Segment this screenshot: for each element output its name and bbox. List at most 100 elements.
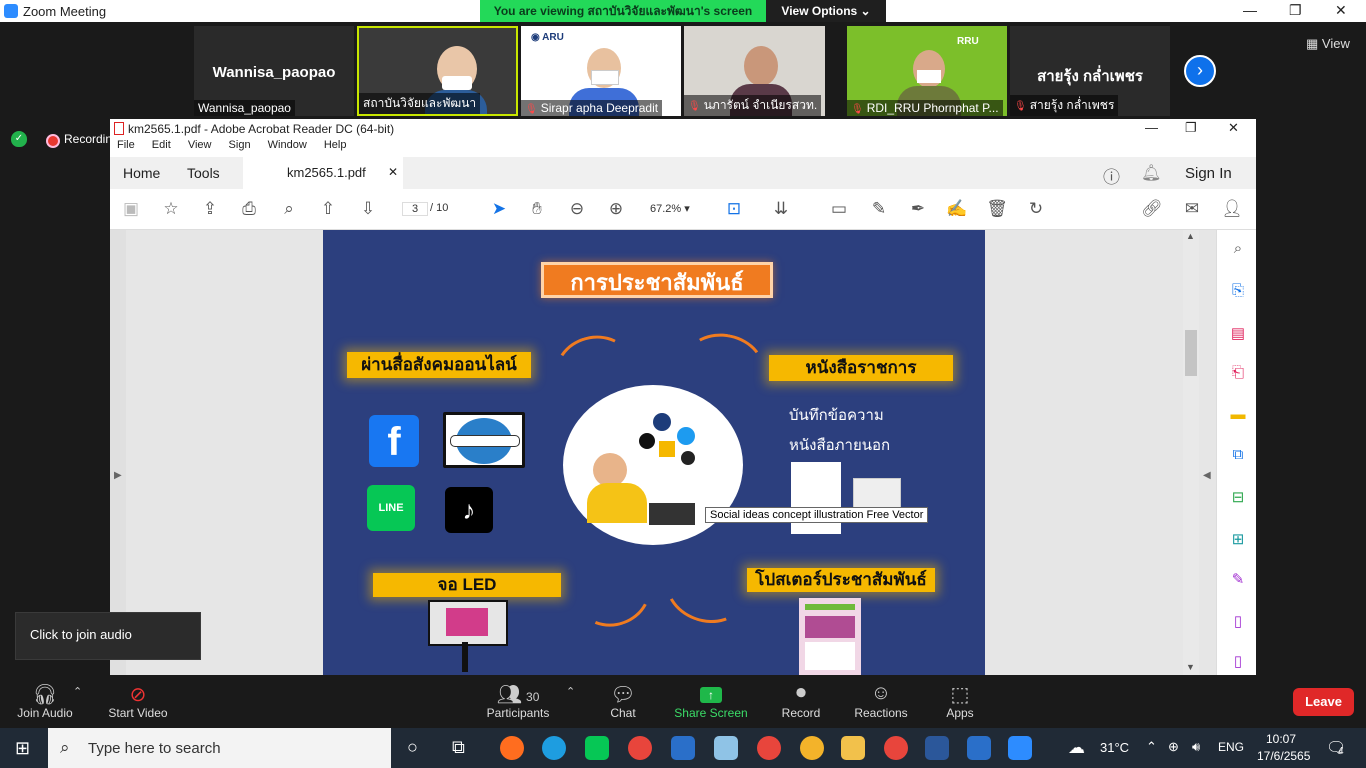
record-button[interactable]: ⏺︎ Record (778, 682, 824, 720)
firefox-icon[interactable] (500, 736, 524, 760)
export-pdf-icon[interactable]: ⎘ (1228, 282, 1248, 299)
windows-start-icon[interactable]: ⊞ (15, 738, 30, 759)
more-tools-icon[interactable]: ▯ (1228, 652, 1248, 670)
page-number-input[interactable]: 3 (402, 202, 428, 216)
reactions-button[interactable]: ☺ Reactions (852, 682, 910, 720)
taskbar-search-box[interactable]: ⌕ Type here to search (48, 728, 391, 768)
photos-icon[interactable] (967, 736, 991, 760)
participant-tile[interactable]: ◉ ARU 🎙 Sirapr apha Deepradit (521, 26, 681, 116)
search-pane-icon[interactable]: ⌕ (1228, 240, 1248, 257)
bell-icon[interactable]: 🔔︎ (1141, 163, 1161, 183)
cortana-icon[interactable]: ○ (407, 737, 418, 758)
view-options-button[interactable]: View Options ⌄ (766, 0, 886, 22)
tab-home[interactable]: Home (123, 165, 160, 181)
participants-button[interactable]: 👥︎ 30 Participants (484, 682, 552, 720)
help-icon[interactable]: ⓘ (1103, 163, 1120, 188)
start-video-button[interactable]: ⊘ Start Video (104, 682, 172, 720)
scan-icon[interactable]: ⊞ (1228, 530, 1248, 548)
print-icon[interactable]: ⎙ (238, 199, 260, 219)
join-audio-popup[interactable]: Click to join audio (15, 612, 201, 660)
select-cursor-icon[interactable]: ➤ (488, 199, 510, 219)
email-icon[interactable]: ✉ (1181, 199, 1203, 219)
scrollbar-thumb[interactable] (1185, 330, 1197, 376)
link-icon[interactable]: 🔗︎ (1141, 199, 1163, 219)
menu-window[interactable]: Window (268, 139, 307, 151)
scroll-up-icon[interactable]: ▲ (1186, 231, 1195, 241)
menu-help[interactable]: Help (324, 139, 347, 151)
minimize-icon[interactable]: — (1243, 2, 1257, 18)
volume-icon[interactable]: 🔊︎ (1192, 739, 1200, 755)
delete-icon[interactable]: 🗑︎ (986, 199, 1008, 219)
tab-tools[interactable]: Tools (187, 165, 220, 181)
leave-button[interactable]: Leave (1293, 688, 1354, 716)
fill-sign-icon[interactable]: ✍ (946, 199, 968, 219)
chrome-profile-icon[interactable] (757, 736, 781, 760)
highlight-icon[interactable]: ✎ (868, 199, 890, 219)
security-shield-icon[interactable]: ✓ (11, 131, 27, 147)
participants-chevron-icon[interactable]: ⌃ (566, 685, 575, 698)
chrome-icon[interactable] (628, 736, 652, 760)
maximize-icon[interactable]: ❐ (1185, 120, 1197, 136)
chat-button[interactable]: 💬︎ Chat (600, 682, 646, 720)
temperature[interactable]: 31°C (1100, 740, 1129, 755)
hand-tool-icon[interactable]: ✋︎ (526, 199, 548, 219)
edge-icon[interactable] (542, 736, 566, 760)
expand-left-icon[interactable]: ▶ (114, 470, 122, 481)
share-screen-button[interactable]: ↑ Share Screen (674, 682, 748, 720)
view-button[interactable]: ▦ View (1306, 36, 1350, 52)
tab-document[interactable]: km2565.1.pdf ✕ (243, 157, 403, 189)
chrome-profile-icon[interactable] (884, 736, 908, 760)
upload-icon[interactable]: ⇪ (199, 199, 221, 219)
collapse-right-icon[interactable]: ◀ (1203, 470, 1211, 481)
scroll-down-icon[interactable]: ▼ (1186, 662, 1195, 672)
search-icon[interactable]: ⌕ (278, 199, 300, 219)
line-taskbar-icon[interactable] (585, 736, 609, 760)
previous-page-icon[interactable]: ⇧ (317, 199, 339, 219)
network-icon[interactable]: ⊕ (1168, 739, 1179, 755)
bookmark-star-icon[interactable]: ☆ (160, 199, 182, 219)
sign-in-button[interactable]: Sign In (1185, 165, 1232, 182)
left-pane-toggle[interactable]: ▶ (110, 230, 126, 675)
next-page-arrow-icon[interactable]: › (1184, 55, 1216, 87)
sign-pane-icon[interactable]: ✎ (1228, 570, 1248, 588)
app-icon[interactable] (714, 736, 738, 760)
clock-date[interactable]: 17/6/2565 (1257, 749, 1310, 763)
share-user-icon[interactable]: 👤︎ (1221, 199, 1243, 219)
zoom-in-icon[interactable]: ⊕ (605, 199, 627, 219)
menu-file[interactable]: File (117, 139, 135, 151)
zoom-out-icon[interactable]: ⊖ (566, 199, 588, 219)
tab-close-icon[interactable]: ✕ (388, 165, 398, 179)
participant-tile[interactable]: สายรุ้ง กล่ำเพชร 🎙 สายรุ้ง กล่ำเพชร (1010, 26, 1170, 116)
clock-time[interactable]: 10:07 (1266, 732, 1296, 746)
participant-tile[interactable]: 🎙 นภารัตน์ จำเนียรสวท. (684, 26, 825, 116)
participant-tile-active-speaker[interactable]: สถาบันวิจัยและพัฒนา (357, 26, 518, 116)
participant-tile[interactable]: RRU 🎙 RDI_RRU Phornphat P... (847, 26, 1007, 116)
organize-pages-icon[interactable]: ▤ (1228, 324, 1248, 342)
menu-edit[interactable]: Edit (152, 139, 171, 151)
close-icon[interactable]: ✕ (1335, 2, 1347, 19)
menu-view[interactable]: View (188, 139, 212, 151)
participant-tile[interactable]: Wannisa_paopao Wannisa_paopao (194, 26, 354, 116)
zoom-taskbar-icon[interactable] (1008, 736, 1032, 760)
compress-icon[interactable]: ⊟ (1228, 488, 1248, 506)
menu-sign[interactable]: Sign (229, 139, 251, 151)
create-pdf-icon[interactable]: ⎗ (1228, 364, 1248, 381)
fit-page-icon[interactable]: ⊡ (723, 199, 745, 219)
join-audio-button[interactable]: 🎧︎ Join Audio (12, 682, 78, 720)
minimize-icon[interactable]: — (1145, 120, 1158, 135)
next-page-icon[interactable]: ⇩ (357, 199, 379, 219)
close-icon[interactable]: ✕ (1228, 120, 1239, 136)
task-view-icon[interactable]: ⧉ (452, 737, 465, 758)
zoom-level-select[interactable]: 67.2% ▾ (650, 202, 690, 215)
comment-icon[interactable]: ▭ (828, 199, 850, 219)
store-icon[interactable] (671, 736, 695, 760)
chrome-profile-icon[interactable] (800, 736, 824, 760)
weather-cloud-icon[interactable]: ☁ (1068, 738, 1085, 758)
edit-pdf-icon[interactable]: ▯ (1228, 612, 1248, 630)
audio-options-chevron-icon[interactable]: ⌃ (73, 685, 82, 698)
comment-pane-icon[interactable]: ▬ (1228, 406, 1248, 423)
file-explorer-icon[interactable] (841, 736, 865, 760)
rotate-icon[interactable]: ↻ (1025, 199, 1047, 219)
save-icon[interactable]: ▣ (120, 199, 142, 219)
apps-button[interactable]: ⬚ Apps (940, 682, 980, 720)
